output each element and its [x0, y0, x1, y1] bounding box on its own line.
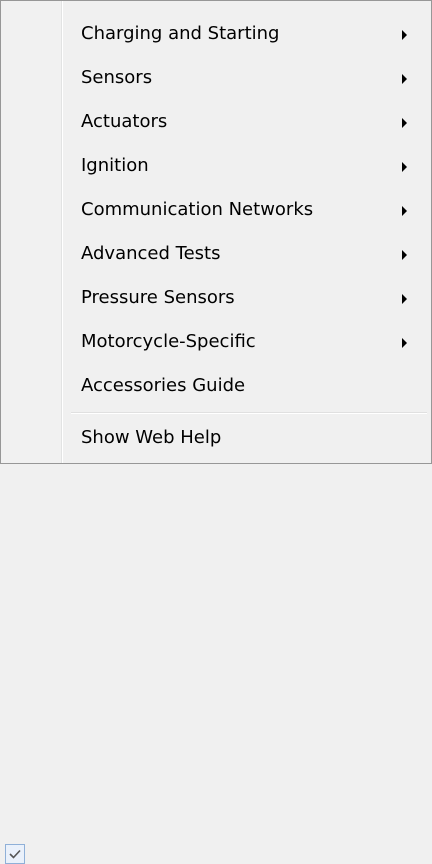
- menu-item-label: Communication Networks: [81, 199, 314, 220]
- menu-item-label: Accessories Guide: [81, 375, 246, 396]
- menu-item-label: Pressure Sensors: [81, 287, 235, 308]
- submenu-arrow-icon: [402, 118, 407, 128]
- menu-item-motorcycle-specific[interactable]: Motorcycle-Specific: [1, 321, 431, 365]
- menu-item-sensors[interactable]: Sensors: [1, 57, 431, 101]
- menu-item-accessories-guide[interactable]: Accessories Guide: [1, 365, 431, 409]
- menu-item-label: Motorcycle-Specific: [81, 331, 256, 352]
- menu-item-pressure-sensors[interactable]: Pressure Sensors: [1, 277, 431, 321]
- submenu-arrow-icon: [402, 338, 407, 348]
- submenu-arrow-icon: [402, 206, 407, 216]
- menu-item-label: Ignition: [81, 155, 149, 176]
- context-menu: Charging and Starting Sensors Actuators …: [0, 0, 432, 864]
- menu-item-communication-networks[interactable]: Communication Networks: [1, 189, 431, 233]
- menu-item-label: Advanced Tests: [81, 243, 221, 264]
- menu-item-actuators[interactable]: Actuators: [1, 101, 431, 145]
- menu-item-advanced-tests[interactable]: Advanced Tests: [1, 233, 431, 277]
- submenu-arrow-icon: [402, 294, 407, 304]
- menu-item-charging-and-starting[interactable]: Charging and Starting: [1, 13, 431, 57]
- submenu-arrow-icon: [402, 162, 407, 172]
- checkmark-icon: [5, 844, 25, 864]
- submenu-arrow-icon: [402, 30, 407, 40]
- menu-item-ignition[interactable]: Ignition: [1, 145, 431, 189]
- menu-item-label: Charging and Starting: [81, 23, 280, 44]
- menu-item-show-web-help[interactable]: Show Web Help: [1, 417, 431, 864]
- submenu-arrow-icon: [402, 74, 407, 84]
- menu-separator-highlight: [71, 413, 427, 414]
- menu-item-label: Sensors: [81, 67, 153, 88]
- menu-item-label: Show Web Help: [81, 427, 222, 448]
- menu-item-label: Actuators: [81, 111, 168, 132]
- submenu-arrow-icon: [402, 250, 407, 260]
